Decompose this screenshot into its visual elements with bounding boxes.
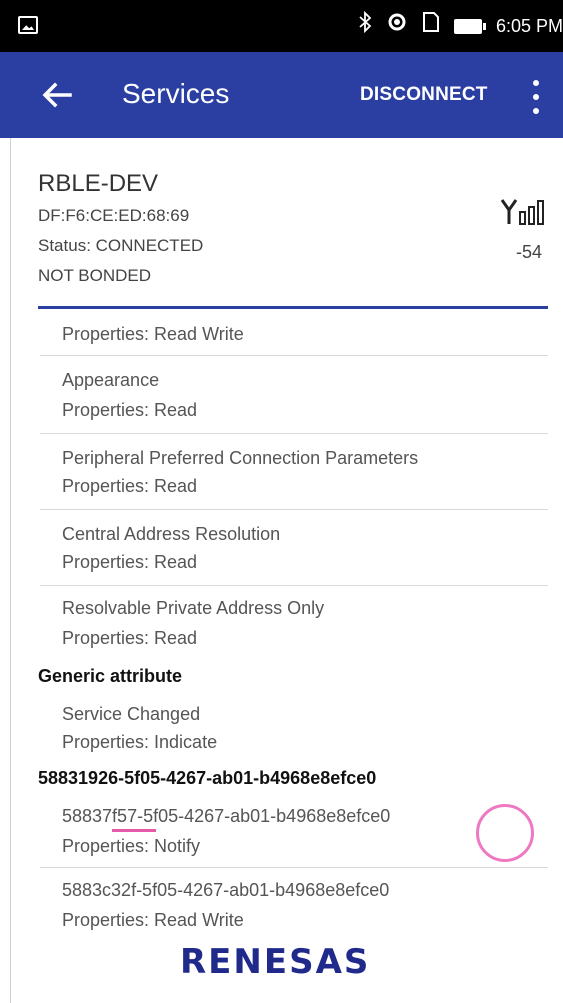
characteristic-name: 5883c32f-5f05-4267-ab01-b4968e8efce0	[62, 880, 390, 900]
characteristic-properties: Properties: Read	[62, 476, 198, 496]
signal-strength-icon	[500, 198, 548, 226]
characteristic-properties: Properties: Read Write	[62, 910, 244, 930]
characteristic-properties: Properties: Read Write	[62, 324, 244, 344]
status-icons: 6:05 PM	[358, 10, 563, 41]
header-divider	[38, 306, 548, 309]
renesas-logo: RENESAS	[180, 942, 371, 982]
touch-indicator	[476, 804, 534, 862]
characteristic-item-rpa-only[interactable]: Resolvable Private Address Only Properti…	[40, 586, 548, 662]
characteristic-item[interactable]: Properties: Read Write	[40, 310, 548, 356]
characteristic-item-appearance[interactable]: Appearance Properties: Read	[40, 356, 548, 434]
characteristic-properties: Properties: Read	[62, 552, 198, 572]
page-title: Services	[122, 78, 230, 109]
characteristic-name: Central Address Resolution	[62, 524, 281, 544]
device-mac-address: DF:F6:CE:ED:68:69	[38, 206, 190, 225]
device-name: RBLE-DEV	[38, 170, 159, 197]
service-header-generic-attribute: Generic attribute	[38, 666, 183, 686]
bond-status: NOT BONDED	[38, 266, 152, 285]
bluetooth-icon	[358, 10, 372, 41]
back-arrow-icon[interactable]	[40, 78, 74, 112]
characteristic-properties: Properties: Read	[62, 628, 198, 648]
characteristic-properties: Properties: Indicate	[62, 732, 218, 752]
rssi-value: -54	[516, 242, 543, 262]
sim-icon	[422, 11, 440, 41]
characteristic-properties: Properties: Notify	[62, 836, 201, 856]
characteristic-name: Appearance	[62, 370, 160, 390]
disconnect-button[interactable]: DISCONNECT	[360, 84, 488, 106]
left-divider	[10, 138, 11, 1003]
characteristic-name: Peripheral Preferred Connection Paramete…	[62, 448, 419, 468]
status-bar: 6:05 PM	[0, 0, 563, 52]
sync-icon	[386, 11, 408, 41]
characteristic-name: Resolvable Private Address Only	[62, 598, 325, 618]
battery-icon	[453, 18, 486, 34]
characteristic-item-central-address-resolution[interactable]: Central Address Resolution Properties: R…	[40, 510, 548, 586]
characteristic-name: 58837f57-5f05-4267-ab01-b4968e8efce0	[62, 806, 391, 826]
app-bar: Services DISCONNECT	[0, 52, 563, 138]
clock: 6:05 PM	[495, 15, 563, 36]
characteristic-item-ppcp[interactable]: Peripheral Preferred Connection Paramete…	[40, 434, 548, 510]
characteristic-properties: Properties: Read	[62, 400, 198, 420]
service-header-custom: 58831926-5f05-4267-ab01-b4968e8efce0	[38, 768, 377, 788]
characteristic-item-read-write[interactable]: 5883c32f-5f05-4267-ab01-b4968e8efce0 Pro…	[40, 868, 548, 938]
connection-status: Status: CONNECTED	[38, 236, 204, 255]
uuid-highlight-underline	[112, 829, 156, 832]
characteristic-item-notify[interactable]: 58837f57-5f05-4267-ab01-b4968e8efce0 Pro…	[40, 796, 548, 868]
gallery-notification-icon	[18, 16, 38, 34]
overflow-menu-icon[interactable]	[530, 80, 542, 114]
characteristic-item-service-changed[interactable]: Service Changed Properties: Indicate	[40, 694, 548, 762]
characteristic-name: Service Changed	[62, 704, 201, 724]
